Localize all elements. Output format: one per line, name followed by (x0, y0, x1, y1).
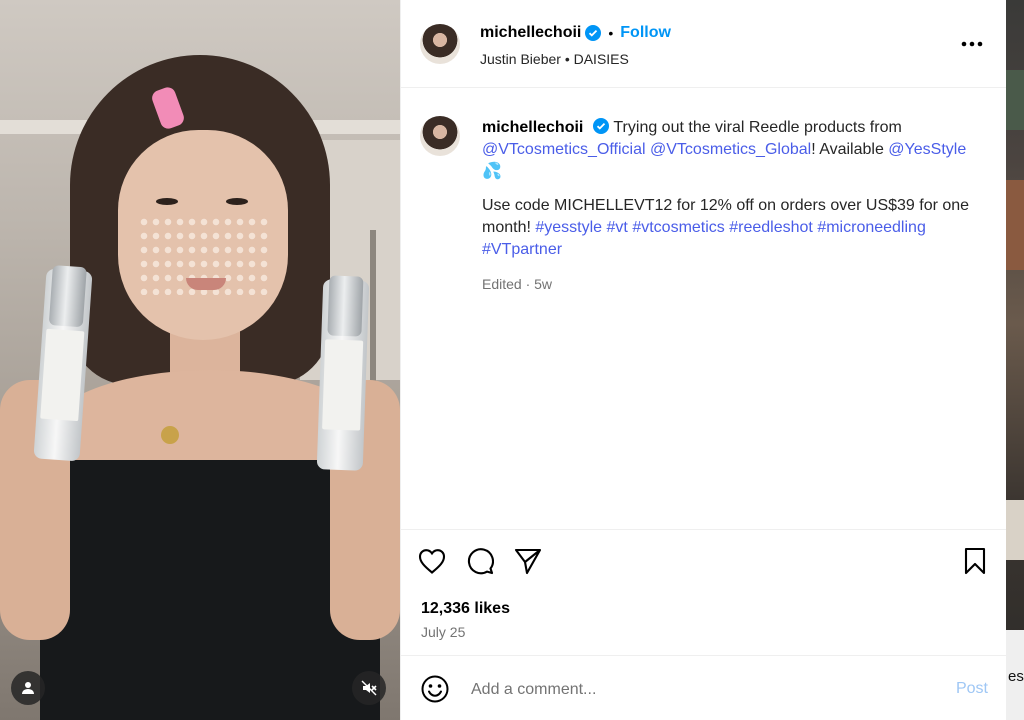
hashtag-link[interactable]: #vtcosmetics (632, 219, 724, 236)
post-details-panel: michellechoii • Follow Justin Bieber • D… (400, 0, 1006, 720)
mention-link[interactable]: @VTcosmetics_Global (650, 141, 811, 158)
follow-button[interactable]: Follow (620, 24, 671, 42)
author-avatar[interactable] (420, 24, 460, 64)
comment-button[interactable] (463, 544, 497, 578)
share-button[interactable] (511, 544, 545, 578)
hashtag-link[interactable]: #microneedling (817, 219, 926, 236)
caption-intro: Trying out the viral Reedle products fro… (613, 119, 902, 136)
like-button[interactable] (415, 544, 449, 578)
droplet-emoji: 💦 (482, 163, 502, 180)
heart-icon (418, 549, 446, 574)
audio-track[interactable]: Justin Bieber • DAISIES (480, 51, 629, 67)
product-bottle-right (316, 275, 370, 471)
user-tag-icon (22, 682, 34, 694)
post-date[interactable]: July 25 (421, 624, 465, 640)
backdrop-page-edge (1006, 0, 1024, 720)
post-video[interactable] (0, 0, 400, 720)
save-button[interactable] (958, 544, 992, 578)
comments-section: michellechoii Trying out the viral Reedle… (401, 88, 1006, 529)
add-comment-bar: Post (401, 655, 1006, 720)
post-header: michellechoii • Follow Justin Bieber • D… (401, 0, 1006, 88)
mention-link[interactable]: @YesStyle (888, 141, 966, 158)
share-icon (514, 548, 542, 575)
caption-username[interactable]: michellechoii (482, 119, 583, 136)
hashtag-link[interactable]: #reedleshot (729, 219, 813, 236)
header-separator: • (608, 25, 614, 41)
emoji-icon[interactable] (420, 674, 450, 704)
author-username[interactable]: michellechoii (480, 24, 581, 42)
comment-icon (467, 548, 494, 575)
muted-audio-icon (361, 680, 377, 696)
dress (40, 460, 380, 720)
more-options-icon[interactable] (956, 32, 988, 56)
post-comment-button[interactable]: Post (956, 680, 988, 698)
verified-badge-icon (593, 118, 610, 134)
necklace-pendant (161, 426, 179, 444)
comment-input[interactable] (469, 676, 933, 704)
unmute-button[interactable] (352, 671, 386, 705)
hashtag-link[interactable]: #yesstyle (535, 219, 602, 236)
backdrop-peek-text: es (1008, 668, 1024, 685)
hashtag-link[interactable]: #VTpartner (482, 241, 562, 258)
face (118, 130, 288, 340)
tagged-users-button[interactable] (11, 671, 45, 705)
caption-meta: Edited · 5w (482, 276, 553, 292)
hashtag-link[interactable]: #vt (607, 219, 628, 236)
mention-link[interactable]: @VTcosmetics_Official (482, 141, 646, 158)
post-modal: michellechoii • Follow Justin Bieber • D… (0, 0, 1006, 720)
verified-badge-icon (585, 25, 602, 41)
caption-avatar[interactable] (420, 116, 460, 156)
caption-available: ! Available (811, 141, 884, 158)
likes-count[interactable]: 12,336 likes (421, 600, 510, 618)
bookmark-icon (964, 547, 986, 575)
post-actions: 12,336 likes July 25 (401, 529, 1006, 656)
